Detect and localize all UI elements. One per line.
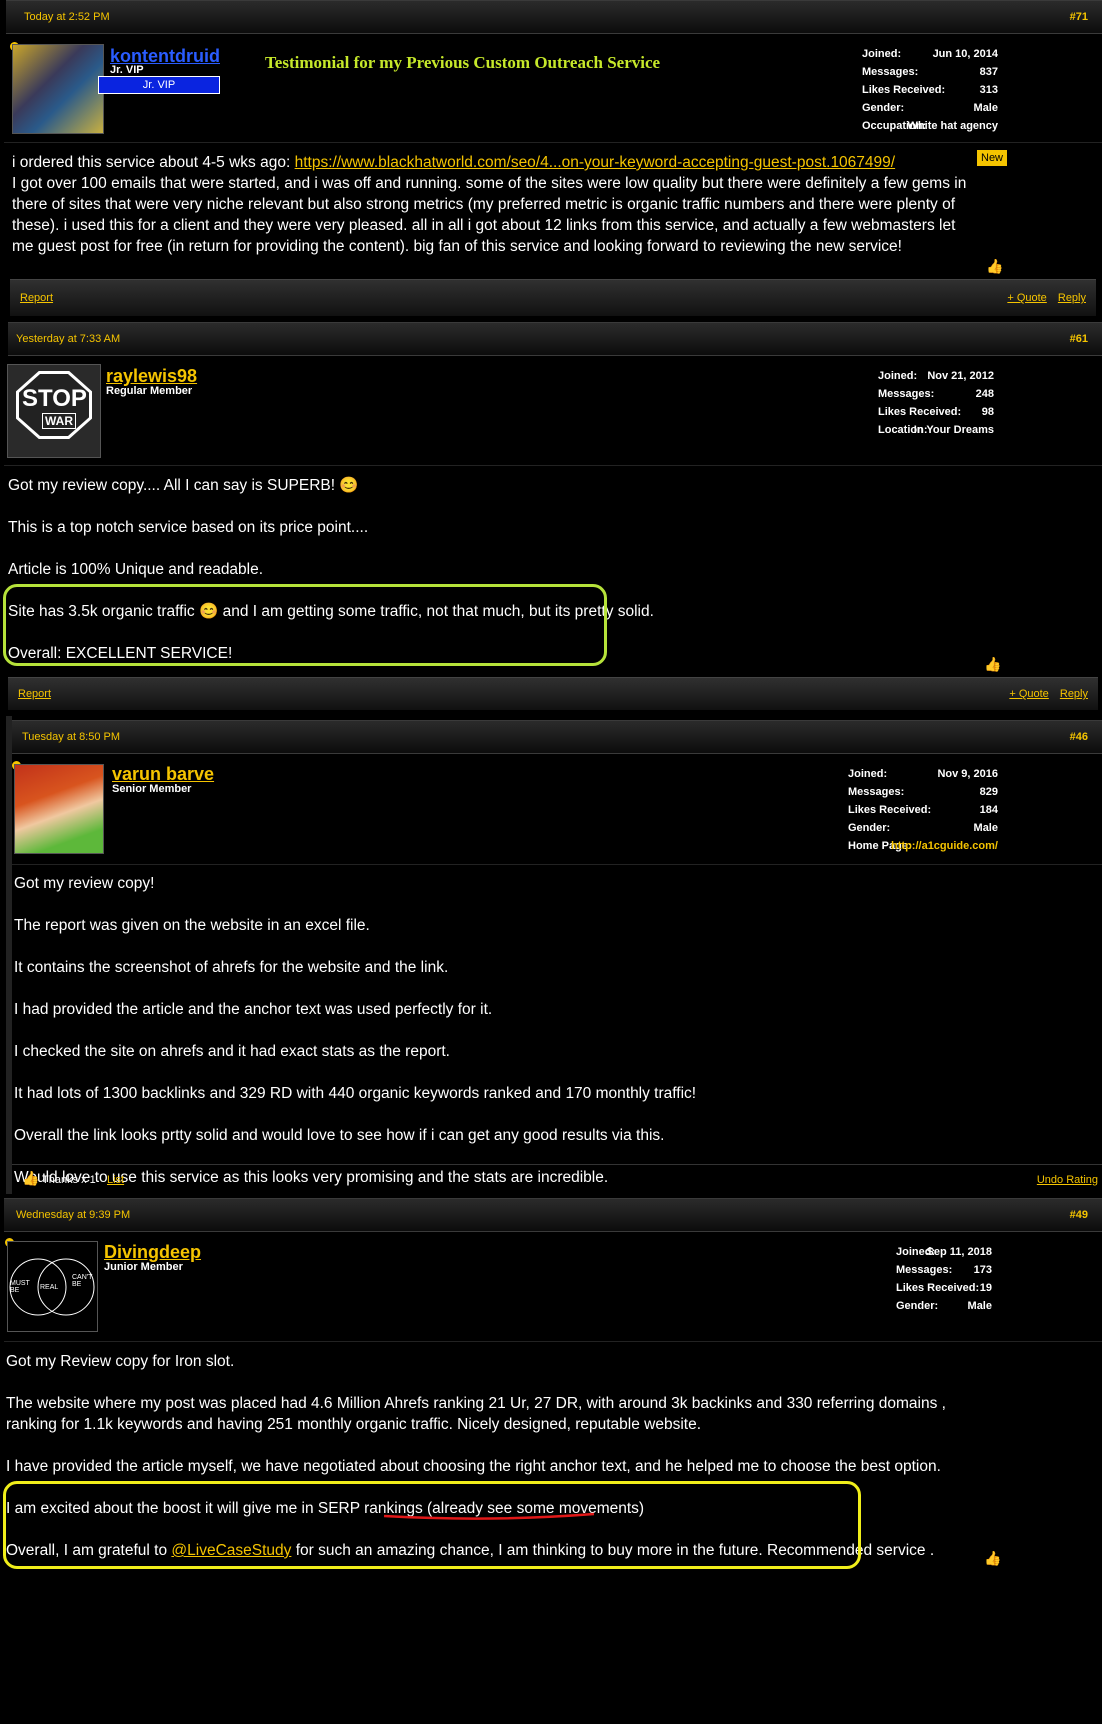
post-46: Tuesday at 8:50 PM #46 varun barve Senio… bbox=[0, 716, 1102, 1194]
quote-link[interactable]: + Quote bbox=[1007, 292, 1046, 304]
divider bbox=[4, 142, 1102, 143]
post-number[interactable]: #61 bbox=[1070, 333, 1088, 345]
user-title: Jr. VIP bbox=[110, 64, 144, 76]
like-icon[interactable]: 👍 bbox=[984, 656, 1001, 673]
username[interactable]: varun barve bbox=[112, 764, 214, 785]
underline-annotation bbox=[383, 1512, 595, 1520]
post-headline: Testimonial for my Previous Custom Outre… bbox=[265, 53, 661, 72]
divider bbox=[12, 864, 1102, 865]
like-icon[interactable]: 👍 bbox=[984, 1550, 1001, 1567]
user-title: Junior Member bbox=[104, 1261, 183, 1273]
avatar[interactable]: STOP WAR bbox=[7, 364, 101, 458]
post-71: Today at 2:52 PM #71 kontentdruid Jr. VI… bbox=[0, 0, 1102, 320]
post-header: Yesterday at 7:33 AM #61 bbox=[8, 322, 1102, 356]
homepage-link[interactable]: http://a1cguide.com/ bbox=[891, 840, 998, 852]
quote-link[interactable]: + Quote bbox=[1009, 688, 1048, 700]
post-header: Tuesday at 8:50 PM #46 bbox=[12, 720, 1102, 754]
username[interactable]: Divingdeep bbox=[104, 1242, 201, 1263]
user-stats: Joined: Nov 21, 2012 Messages: 248 Likes R… bbox=[878, 370, 994, 436]
post-header: Today at 2:52 PM #71 bbox=[6, 0, 1102, 34]
like-icon: 👍 bbox=[22, 1170, 40, 1186]
post-date: Today at 2:52 PM bbox=[24, 11, 110, 23]
post-date: Yesterday at 7:33 AM bbox=[16, 333, 121, 345]
avatar-text: STOP bbox=[22, 385, 87, 412]
username[interactable]: raylewis98 bbox=[106, 366, 197, 387]
post-number[interactable]: #71 bbox=[1070, 11, 1088, 23]
divider bbox=[4, 465, 1102, 466]
avatar-text: REAL bbox=[40, 1284, 59, 1291]
thanks-count: Thanks x 1 bbox=[42, 1174, 96, 1186]
user-title: Regular Member bbox=[106, 385, 193, 397]
avatar[interactable] bbox=[12, 44, 104, 134]
post-61: Yesterday at 7:33 AM #61 STOP WAR raylew… bbox=[0, 320, 1102, 712]
footer-actions: + Quote Reply bbox=[999, 292, 1086, 304]
avatar[interactable]: MUST BE REAL CAN'T BE bbox=[7, 1241, 98, 1332]
highlight-box bbox=[3, 1481, 861, 1569]
post-body: Got my review copy! The report was given… bbox=[14, 875, 697, 1186]
footer-actions: + Quote Reply bbox=[1001, 688, 1088, 700]
post-link[interactable]: https://www.blackhatworld.com/seo/4...on… bbox=[295, 154, 896, 171]
user-stats: Joined: Jun 10, 2014 Messages: 837 Likes R… bbox=[862, 48, 998, 132]
like-icon[interactable]: 👍 bbox=[986, 258, 1003, 275]
rating-bar: 👍 Thanks x 1 List Undo Rating bbox=[12, 1164, 1102, 1193]
avatar-text: MUST BE bbox=[10, 1280, 30, 1294]
avatar-text: CAN'T BE bbox=[72, 1274, 93, 1288]
avatar[interactable] bbox=[14, 764, 104, 854]
user-stats: Joined: Nov 9, 2016 Messages: 829 Likes Re… bbox=[848, 768, 998, 852]
report-link[interactable]: Report bbox=[18, 688, 51, 700]
reply-link[interactable]: Reply bbox=[1058, 292, 1086, 304]
list-link[interactable]: List bbox=[107, 1174, 124, 1186]
post-body: i ordered this service about 4-5 wks ago… bbox=[12, 154, 967, 255]
undo-rating-link[interactable]: Undo Rating bbox=[1037, 1174, 1098, 1186]
post-date: Wednesday at 9:39 PM bbox=[16, 1209, 131, 1221]
reply-link[interactable]: Reply bbox=[1060, 688, 1088, 700]
user-title: Senior Member bbox=[112, 783, 192, 795]
report-link[interactable]: Report bbox=[20, 292, 53, 304]
new-badge: New bbox=[977, 150, 1008, 166]
post-number[interactable]: #46 bbox=[1070, 731, 1088, 743]
post-footer: Report + Quote Reply bbox=[10, 279, 1096, 316]
avatar-text: WAR bbox=[42, 413, 76, 429]
user-stats: Joined: Sep 11, 2018 Messages: 173 Likes R… bbox=[896, 1246, 992, 1312]
post-header: Wednesday at 9:39 PM #49 bbox=[4, 1198, 1102, 1232]
post-number[interactable]: #49 bbox=[1070, 1209, 1088, 1221]
vip-badge: Jr. VIP bbox=[98, 76, 220, 94]
highlight-box bbox=[3, 584, 607, 666]
post-49: Wednesday at 9:39 PM #49 MUST BE REAL CA… bbox=[0, 1196, 1102, 1724]
divider bbox=[4, 1341, 1102, 1342]
post-date: Tuesday at 8:50 PM bbox=[22, 731, 121, 743]
post-footer: Report + Quote Reply bbox=[8, 677, 1098, 710]
